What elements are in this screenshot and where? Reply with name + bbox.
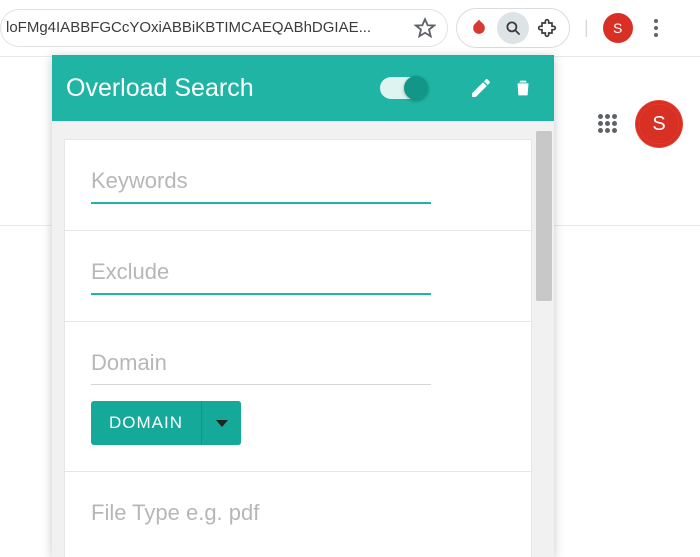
filetype-label: File Type e.g. pdf <box>91 500 505 526</box>
form-scroll-area[interactable]: Keywords Exclude Domain DOMAIN Fi <box>64 139 532 557</box>
google-header-right: S <box>598 101 682 147</box>
domain-button-label: DOMAIN <box>91 413 201 433</box>
extension-search-icon[interactable] <box>497 12 529 44</box>
domain-dropdown-button[interactable]: DOMAIN <box>91 401 241 445</box>
scrollbar-thumb[interactable] <box>536 131 552 301</box>
keywords-input[interactable] <box>91 202 505 204</box>
edit-icon[interactable] <box>468 75 494 101</box>
overload-search-panel: Overload Search Keywords Exclude <box>52 55 554 557</box>
avatar-letter: S <box>613 20 622 36</box>
keywords-label: Keywords <box>91 168 505 194</box>
avatar-letter: S <box>652 113 665 136</box>
enable-toggle[interactable] <box>380 77 426 99</box>
page-content: S Overload Search Keywords Excl <box>0 56 700 557</box>
domain-label: Domain <box>91 350 505 376</box>
keywords-card: Keywords <box>64 139 532 230</box>
exclude-card: Exclude <box>64 230 532 321</box>
delete-icon[interactable] <box>510 75 536 101</box>
extensions-puzzle-icon[interactable] <box>531 12 563 44</box>
chevron-down-icon <box>201 401 241 445</box>
google-account-avatar[interactable]: S <box>636 101 682 147</box>
bookmark-star-icon[interactable] <box>414 17 436 39</box>
exclude-input[interactable] <box>91 293 505 295</box>
profile-avatar-small[interactable]: S <box>603 13 633 43</box>
panel-title: Overload Search <box>66 74 380 103</box>
filetype-card: File Type e.g. pdf <box>64 471 532 557</box>
panel-header: Overload Search <box>52 55 554 121</box>
panel-body: Keywords Exclude Domain DOMAIN Fi <box>52 121 554 557</box>
domain-input[interactable] <box>91 384 505 385</box>
separator: | <box>584 17 589 38</box>
google-apps-icon[interactable] <box>598 114 618 134</box>
extensions-group <box>456 8 570 48</box>
extension-leaf-icon[interactable] <box>463 12 495 44</box>
domain-card: Domain DOMAIN <box>64 321 532 471</box>
browser-toolbar: loFMg4IABBFGCcYOxiABBiKBTIMCAEQABhDGIAE.… <box>0 0 700 56</box>
chrome-menu-icon[interactable] <box>647 19 665 37</box>
address-bar[interactable]: loFMg4IABBFGCcYOxiABBiKBTIMCAEQABhDGIAE.… <box>0 9 448 47</box>
address-text: loFMg4IABBFGCcYOxiABBiKBTIMCAEQABhDGIAE.… <box>6 19 414 36</box>
exclude-label: Exclude <box>91 259 505 285</box>
